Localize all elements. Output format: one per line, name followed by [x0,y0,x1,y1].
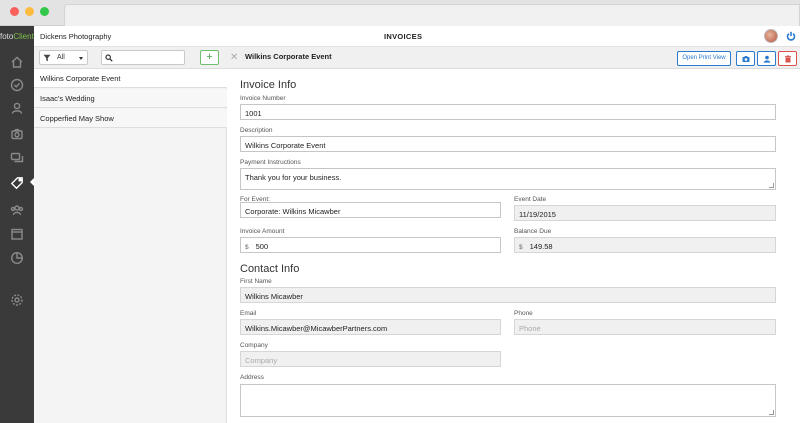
address-label: Address [240,374,264,381]
resize-handle[interactable] [769,410,774,415]
chart-icon[interactable] [6,248,28,268]
delete-button[interactable] [778,51,797,66]
currency-symbol: $ [245,244,249,251]
chevron-down-icon [79,57,83,60]
first-name-field: Wilkins Micawber [240,287,776,303]
invoice-number-label: Invoice Number [240,95,286,102]
description-label: Description [240,127,273,134]
camera-button[interactable] [736,51,755,66]
contact-info-heading: Contact Info [240,263,300,275]
icon-sidebar: fotoClient [0,26,35,423]
contact-button[interactable] [757,51,776,66]
group-icon[interactable] [6,200,28,220]
app-window: fotoClient Dickens Photography INVOICES … [0,0,800,423]
resize-handle[interactable] [769,183,774,188]
payment-instructions-label: Payment Instructions [240,159,301,166]
currency-symbol: $ [519,244,523,251]
list-item[interactable]: Isaac's Wedding [34,89,227,108]
phone-field: Phone [514,319,776,335]
close-icon[interactable]: ✕ [230,52,238,63]
maximize-window-button[interactable] [40,7,49,16]
balance-due-value: 149.58 [529,242,553,251]
invoice-list-pane: All + Wilkins Corporate Event Isaac's We… [34,47,227,423]
invoice-info-heading: Invoice Info [240,79,297,91]
settings-icon[interactable] [6,290,28,310]
invoice-amount-label: Invoice Amount [240,228,285,235]
invoice-number-field[interactable]: 1001 [240,104,776,120]
event-date-field: 11/19/2015 [514,205,776,221]
brand-suffix: Client [13,32,34,41]
for-event-field[interactable]: Corporate: Wilkins Micawber [240,202,501,218]
list-filter-bar: All + [34,47,227,69]
brand-logo: fotoClient [0,32,34,44]
filter-value: All [57,54,65,61]
event-date-label: Event Date [514,196,547,203]
address-field[interactable] [240,384,776,417]
invoice-amount-value: 500 [255,242,269,251]
camera-icon [742,55,749,62]
search-icon [105,54,113,62]
detail-header: ✕ Wilkins Corporate Event Open Print Vie… [227,47,800,69]
avatar[interactable] [764,29,778,43]
payment-instructions-field[interactable]: Thank you for your business. [240,168,776,190]
home-icon[interactable] [6,52,28,72]
payment-instructions-text: Thank you for your business. [245,173,342,182]
email-label: Email [240,310,257,317]
filter-icon [43,54,51,64]
trash-icon [784,54,791,62]
camera-icon[interactable] [6,124,28,144]
browser-chrome [0,0,800,26]
search-input[interactable] [116,52,182,63]
first-name-label: First Name [240,278,272,285]
list-item[interactable]: Wilkins Corporate Event [34,69,227,88]
invoice-amount-field[interactable]: $500 [240,237,501,253]
email-field: Wilkins.Micawber@MicawberPartners.com [240,319,501,335]
description-field[interactable]: Wilkins Corporate Event [240,136,776,152]
balance-due-label: Balance Due [514,228,552,235]
search-box[interactable] [101,50,185,65]
company-field: Company [240,351,501,367]
list-item[interactable]: Copperfied May Show [34,109,227,128]
invoice-detail-pane: ✕ Wilkins Corporate Event Open Print Vie… [227,47,800,423]
check-icon[interactable] [6,75,28,95]
page-title: INVOICES [384,32,423,41]
tag-icon[interactable] [6,173,28,193]
user-icon [763,55,770,63]
top-bar: Dickens Photography INVOICES [34,26,800,47]
calendar-icon[interactable] [6,224,28,244]
add-invoice-button[interactable]: + [200,50,219,65]
minimize-window-button[interactable] [25,7,34,16]
close-window-button[interactable] [10,7,19,16]
power-icon[interactable] [784,29,798,43]
filter-dropdown[interactable]: All [39,50,88,65]
company-label: Company [240,342,268,349]
chat-icon[interactable] [6,148,28,168]
phone-label: Phone [514,310,533,317]
open-print-view-button[interactable]: Open Print View [677,51,731,66]
detail-title: Wilkins Corporate Event [245,52,332,61]
studio-name: Dickens Photography [40,32,112,41]
balance-due-field: $149.58 [514,237,776,253]
user-icon[interactable] [6,98,28,118]
brand-prefix: foto [0,32,14,41]
browser-tab[interactable] [64,4,800,26]
